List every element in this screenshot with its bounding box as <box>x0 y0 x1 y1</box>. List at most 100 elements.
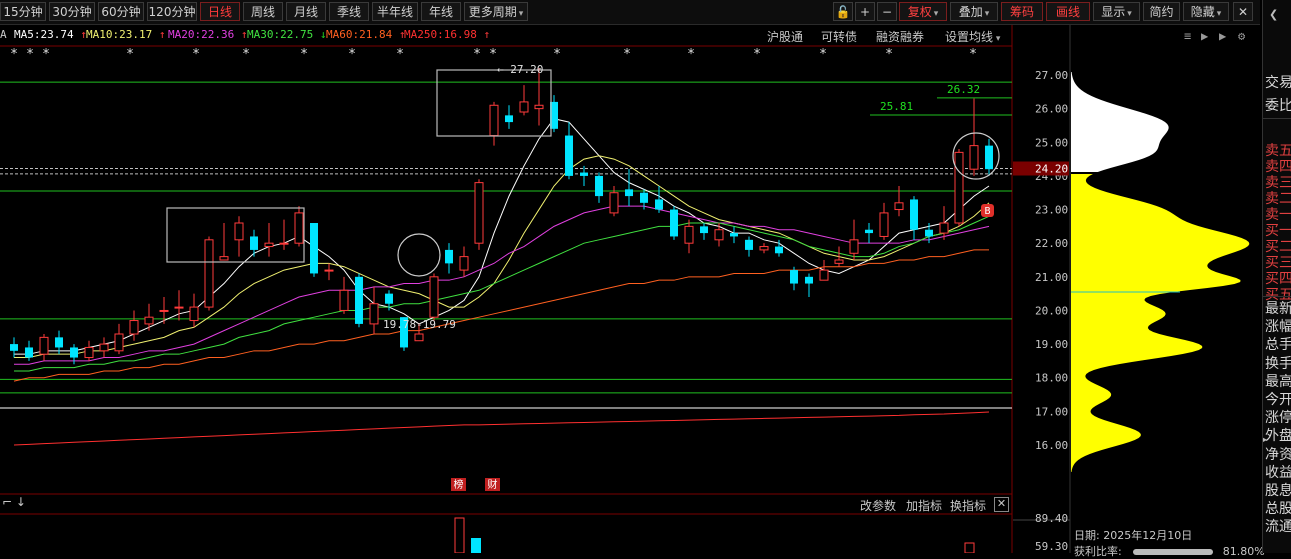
high-price-label: ← 27.20 <box>497 63 543 76</box>
ma-arrow-icon: ↑ <box>234 28 248 41</box>
volume-bar <box>454 517 465 553</box>
tb-right-5[interactable]: 简约 <box>1143 2 1180 21</box>
switch-indicator-link[interactable]: 换指标 <box>950 497 986 514</box>
tb-right-6[interactable]: 隐藏 <box>1183 2 1229 21</box>
ma-legend-item: MA60:21.84 ↑ <box>326 28 405 41</box>
tb-right-3[interactable]: 画线 <box>1046 2 1090 21</box>
ma-label: MA30:22.75 <box>247 28 314 41</box>
candle-body <box>534 104 544 110</box>
candle-body <box>474 182 484 244</box>
period-8[interactable]: 半年线 <box>372 2 418 21</box>
candle-body <box>655 199 663 210</box>
link-hkconnect[interactable]: 沪股通 <box>767 28 803 45</box>
candle-body <box>234 222 244 241</box>
lock-icon[interactable]: 🔓 <box>833 2 853 21</box>
ma-label: MA5:23.74 <box>14 28 74 41</box>
candle-body <box>670 209 678 237</box>
chip-list-icon: ≡ <box>1184 29 1191 43</box>
candle-body <box>505 115 513 123</box>
period-10[interactable]: 更多周期 <box>464 2 528 21</box>
price-axis-label: 17.00 <box>1035 405 1068 418</box>
period-7[interactable]: 季线 <box>329 2 369 21</box>
volume-axis-label: 89.40 <box>1035 512 1068 525</box>
plus-icon[interactable]: + <box>855 2 875 21</box>
collapse-icon[interactable]: ⌐ ↓ <box>2 495 26 509</box>
event-marker-icon: * <box>473 47 481 62</box>
candle-body <box>204 239 214 308</box>
period-0[interactable]: 15分钟 <box>0 2 46 21</box>
candle-body <box>985 145 993 170</box>
ma-legend-item: MA10:23.17 ↑ <box>86 28 165 41</box>
event-marker-icon: * <box>553 47 561 62</box>
stat-label: 股息 <box>1265 483 1291 499</box>
event-marker-icon: * <box>489 47 497 62</box>
stat-label: 涨幅 <box>1265 319 1291 336</box>
link-convertible-bond[interactable]: 可转债 <box>821 28 857 45</box>
panel-expand-icon[interactable]: ❮ <box>1269 8 1278 21</box>
candle-body <box>759 246 769 251</box>
candle-body <box>339 289 349 311</box>
candle-body <box>684 225 694 244</box>
candle-body <box>640 192 648 203</box>
candle-body <box>159 309 169 312</box>
edit-params-link[interactable]: 改参数 <box>860 497 896 514</box>
stat-label: 收益 <box>1265 464 1291 481</box>
chip-trapped-area <box>1071 174 1250 472</box>
indicator-bar: ⌐ ↓ 改参数 加指标 换指标 ✕ <box>0 495 1012 513</box>
stat-label: 换手 <box>1265 355 1291 372</box>
tb-right-2[interactable]: 筹码 <box>1001 2 1043 21</box>
period-3[interactable]: 120分钟 <box>147 2 197 21</box>
ma-legend-item: MA30:22.75 ↓ <box>247 28 326 41</box>
candle-body <box>99 343 109 352</box>
tb-right-4[interactable]: 显示 <box>1093 2 1140 21</box>
chip-profit-area <box>1071 72 1169 172</box>
price-axis-label: 19.00 <box>1035 338 1068 351</box>
event-marker-icon: * <box>242 47 250 62</box>
price-axis-label: 22.00 <box>1035 237 1068 250</box>
add-indicator-link[interactable]: 加指标 <box>906 497 942 514</box>
candle-body <box>10 344 18 351</box>
candle-body <box>264 242 274 248</box>
candle-body <box>565 135 573 176</box>
panel-collapse-icon[interactable]: ▶ <box>1263 432 1267 446</box>
stat-label: 涨停 <box>1265 410 1291 427</box>
volume-axis-label: 59.30 <box>1035 540 1068 553</box>
ma-legend-item: MA250:16.98 ↑ <box>404 28 490 41</box>
period-2[interactable]: 60分钟 <box>98 2 144 21</box>
stat-label: 今开 <box>1265 392 1291 408</box>
tb-right-1[interactable]: 叠加 <box>950 2 998 21</box>
link-margin-trading[interactable]: 融资融券 <box>876 28 924 45</box>
tb-right-0[interactable]: 复权 <box>899 2 947 21</box>
candle-body <box>714 229 724 241</box>
stat-label: 净资 <box>1265 446 1291 463</box>
price-pane <box>0 45 1012 494</box>
period-4[interactable]: 日线 <box>200 2 240 21</box>
link-ma-settings[interactable]: 设置均线 ▾ <box>945 28 1000 45</box>
event-marker-icon: * <box>300 47 308 62</box>
close-window-icon[interactable]: ✕ <box>1233 2 1253 21</box>
volume-bar <box>471 538 481 553</box>
candle-body <box>625 189 633 197</box>
candle-body <box>849 239 859 254</box>
candle-body <box>189 306 199 322</box>
chip-settings-icon: ⚙ <box>1238 29 1246 43</box>
candle-body <box>894 202 904 211</box>
event-marker-icon: * <box>192 47 200 62</box>
ma-legend-item: MA5:23.74 ↑ <box>14 28 87 41</box>
close-indicator-icon[interactable]: ✕ <box>994 497 1009 512</box>
kline-chart[interactable]: ← 27.20 19.78-19.79 25.81 26.32 B * * * * * * * * * * *… <box>0 0 1291 553</box>
event-marker-icon: * <box>885 47 893 62</box>
price-axis-label: 27.00 <box>1035 69 1068 82</box>
candle-body <box>355 276 363 324</box>
stat-label: 最高 <box>1265 373 1291 390</box>
minus-icon[interactable]: − <box>877 2 897 21</box>
candle-body <box>174 306 184 309</box>
period-9[interactable]: 年线 <box>421 2 461 21</box>
candle-body <box>144 316 154 325</box>
period-6[interactable]: 月线 <box>286 2 326 21</box>
event-marker-icon: * <box>42 47 50 62</box>
level-label-1: 25.81 <box>880 100 913 113</box>
quote-side-panel: 交易 委比 卖五 卖四 卖三 卖二 卖一 买一 买二 买三 买四 买五 最新 涨幅 总手 换手 最高 今开 涨停 外盘… <box>1262 0 1291 553</box>
period-5[interactable]: 周线 <box>243 2 283 21</box>
period-1[interactable]: 30分钟 <box>49 2 95 21</box>
